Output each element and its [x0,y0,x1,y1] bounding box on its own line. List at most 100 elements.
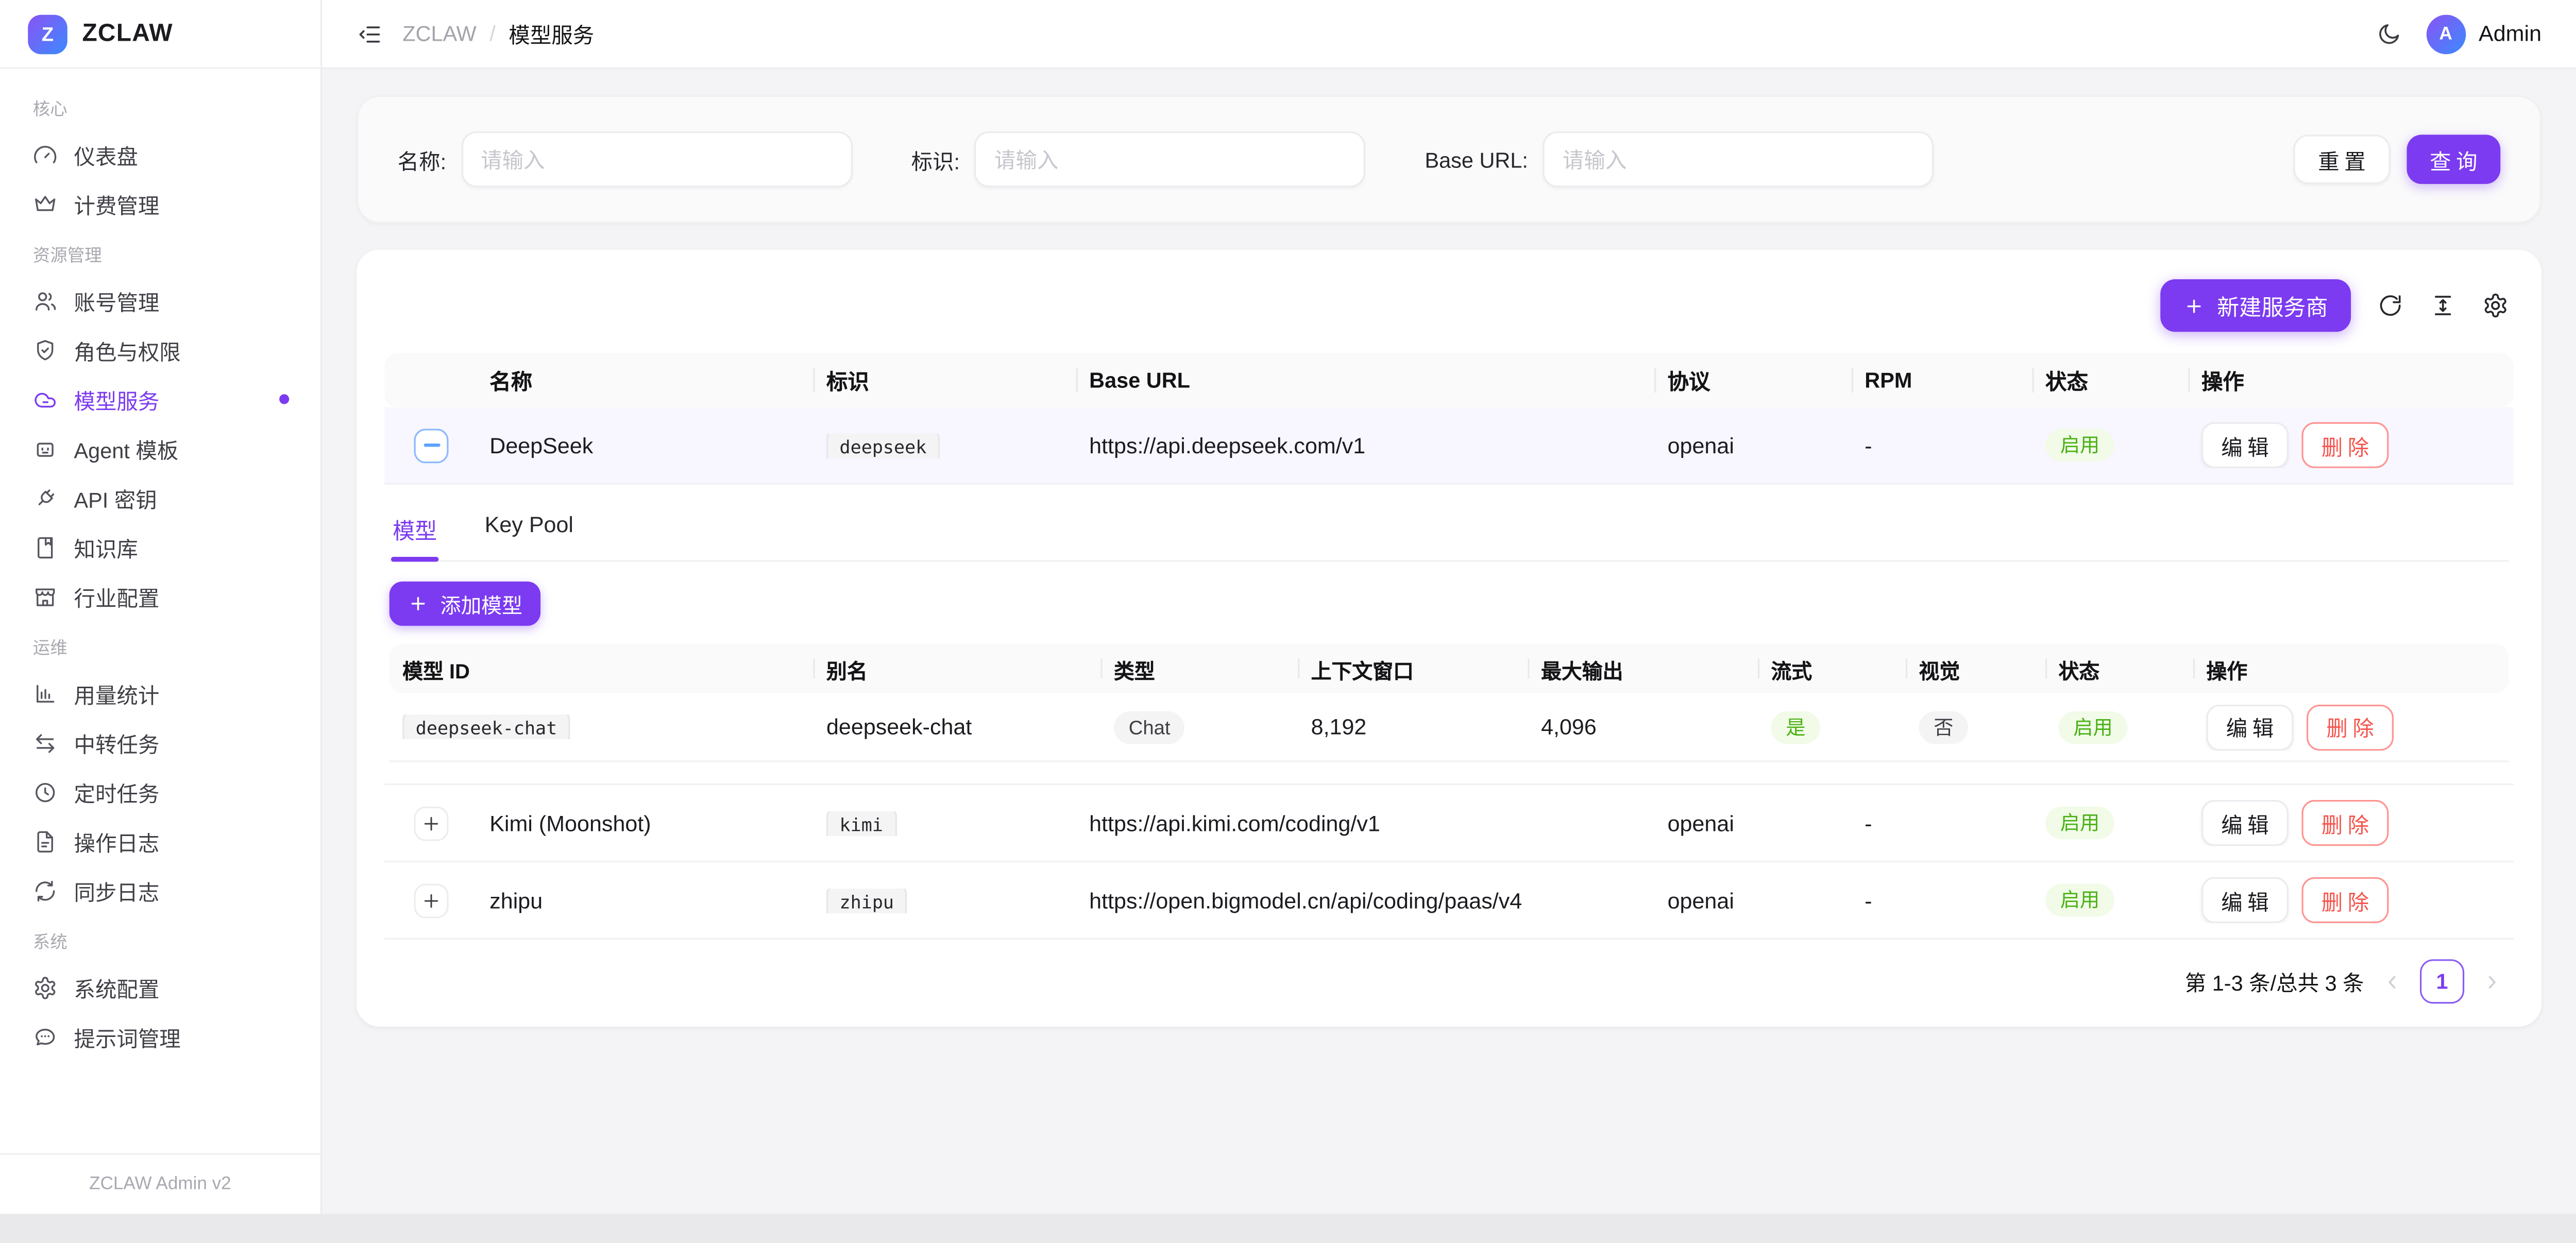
delete-button[interactable]: 删除 [2302,422,2389,468]
header-cell-protocol: 协议 [1654,353,1852,407]
detail-tabs: 模型 Key Pool [389,498,2509,561]
file-text-icon [33,829,58,854]
breadcrumb-root[interactable]: ZCLAW [402,21,477,46]
plus-icon [422,814,440,832]
create-provider-button[interactable]: 新建服务商 [2160,279,2351,332]
header-cell-stream: 流式 [1758,644,1906,693]
sidebar: Z ZCLAW 核心 仪表盘 计费管理 资源管理 账号管理 角色与权限 [0,0,322,1214]
reset-button[interactable]: 重置 [2293,134,2390,184]
header-cell-expand [384,353,477,407]
prev-page-button[interactable] [2381,970,2404,993]
row-density-button[interactable] [2430,293,2456,319]
sidebar-item-knowledge-base[interactable]: 知识库 [16,522,304,572]
nav-section-ops: 运维 [16,621,304,668]
edit-button[interactable]: 编辑 [2201,422,2289,468]
cell-base-url: https://api.deepseek.com/v1 [1076,433,1654,457]
sidebar-item-label: 行业配置 [74,581,159,612]
vision-badge: 否 [1919,710,1968,743]
sidebar-item-model-services[interactable]: 模型服务 [16,374,304,424]
header-cell-actions: 操作 [2193,644,2509,693]
sidebar-item-label: 中转任务 [74,727,159,758]
delete-button[interactable]: 删除 [2302,877,2389,923]
sidebar-item-accounts[interactable]: 账号管理 [16,276,304,326]
edit-button[interactable]: 编辑 [2201,877,2289,923]
sidebar-item-sync-logs[interactable]: 同步日志 [16,865,304,915]
cell-protocol: openai [1654,888,1852,913]
page-content: 名称: 标识: Base URL: 重置 查询 [322,69,2576,1214]
filter-label-slug: 标识: [911,144,960,175]
brand-logo-icon: Z [28,14,67,54]
provider-slug-tag: kimi [826,811,896,836]
filter-bar: 名称: 标识: Base URL: 重置 查询 [357,95,2541,224]
app-root: Z ZCLAW 核心 仪表盘 计费管理 资源管理 账号管理 角色与权限 [0,0,2576,1214]
cell-max-output: 4,096 [1528,714,1758,739]
topbar: ZCLAW / 模型服务 A Admin [322,0,2576,69]
add-model-button[interactable]: 添加模型 [389,582,540,626]
user-menu[interactable]: A Admin [2426,14,2541,54]
sidebar-item-industry-config[interactable]: 行业配置 [16,572,304,621]
sidebar-item-api-keys[interactable]: API 密钥 [16,473,304,522]
plug-icon [33,485,58,510]
header-cell-slug: 标识 [813,353,1076,407]
sync-icon [33,878,58,903]
header-cell-max-output: 最大输出 [1528,644,1758,693]
table-row-zhipu: zhipu zhipu https://open.bigmodel.cn/api… [384,862,2514,940]
sidebar-item-usage-stats[interactable]: 用量统计 [16,669,304,718]
expand-row-button[interactable] [414,806,449,840]
sidebar-item-label: 系统配置 [74,972,159,1003]
header-cell-name: 名称 [477,353,814,407]
filter-label-name: 名称: [398,144,446,175]
minus-icon [423,444,439,447]
active-indicator-dot [279,394,289,404]
table-toolbar: 新建服务商 [384,269,2514,332]
sidebar-item-dashboard[interactable]: 仪表盘 [16,130,304,179]
chat-bubble-icon [33,1024,58,1049]
name-filter-input[interactable] [461,131,852,187]
next-page-button[interactable] [2481,970,2504,993]
sidebar-nav: 核心 仪表盘 计费管理 资源管理 账号管理 角色与权限 模型服务 [0,69,320,1153]
theme-toggle-button[interactable] [2375,21,2401,47]
filter-group-base-url: Base URL: [1425,131,1934,187]
header-cell-context: 上下文窗口 [1298,644,1528,693]
edit-button[interactable]: 编辑 [2207,704,2294,750]
tab-models[interactable]: 模型 [391,503,438,560]
cell-provider-name: zhipu [477,888,814,913]
models-table: 模型 ID 别名 类型 上下文窗口 最大输出 流式 视觉 状态 操作 [389,644,2509,762]
sidebar-collapse-button[interactable] [357,21,383,47]
brand-name: ZCLAW [82,20,173,47]
delete-button[interactable]: 删除 [2302,800,2389,846]
sidebar-footer-version: ZCLAW Admin v2 [0,1153,320,1214]
sidebar-item-operation-logs[interactable]: 操作日志 [16,816,304,866]
delete-button[interactable]: 删除 [2307,704,2394,750]
sidebar-item-system-config[interactable]: 系统配置 [16,963,304,1012]
edit-button[interactable]: 编辑 [2201,800,2289,846]
collapse-row-button[interactable] [414,428,449,463]
page-number-button[interactable]: 1 [2420,959,2464,1003]
topbar-right: A Admin [2375,14,2541,54]
sidebar-item-prompt-management[interactable]: 提示词管理 [16,1012,304,1061]
base-url-filter-input[interactable] [1543,131,1934,187]
sidebar-item-roles[interactable]: 角色与权限 [16,325,304,374]
refresh-button[interactable] [2377,293,2403,319]
add-model-label: 添加模型 [440,588,522,620]
sidebar-item-relay-tasks[interactable]: 中转任务 [16,718,304,767]
tab-key-pool[interactable]: Key Pool [483,503,575,560]
menu-fold-icon [357,21,383,47]
sidebar-item-label: 仪表盘 [74,139,138,170]
table-settings-button[interactable] [2482,293,2509,319]
main-area: ZCLAW / 模型服务 A Admin 名称: [322,0,2576,1214]
nav-section-system: 系统 [16,915,304,962]
search-button[interactable]: 查询 [2407,134,2501,184]
breadcrumb: ZCLAW / 模型服务 [402,18,594,49]
sidebar-item-agent-templates[interactable]: Agent 模板 [16,424,304,473]
sidebar-item-label: 同步日志 [74,875,159,906]
expand-row-button[interactable] [414,883,449,917]
cell-rpm: - [1852,433,2032,457]
slug-filter-input[interactable] [975,131,1366,187]
sidebar-item-billing[interactable]: 计费管理 [16,179,304,229]
sidebar-item-label: 用量统计 [74,677,159,709]
sidebar-item-scheduled-tasks[interactable]: 定时任务 [16,767,304,816]
status-badge: 启用 [2045,807,2114,840]
provider-slug-tag: deepseek [826,433,940,457]
pagination: 第 1-3 条/总共 3 条 1 [384,940,2514,1010]
